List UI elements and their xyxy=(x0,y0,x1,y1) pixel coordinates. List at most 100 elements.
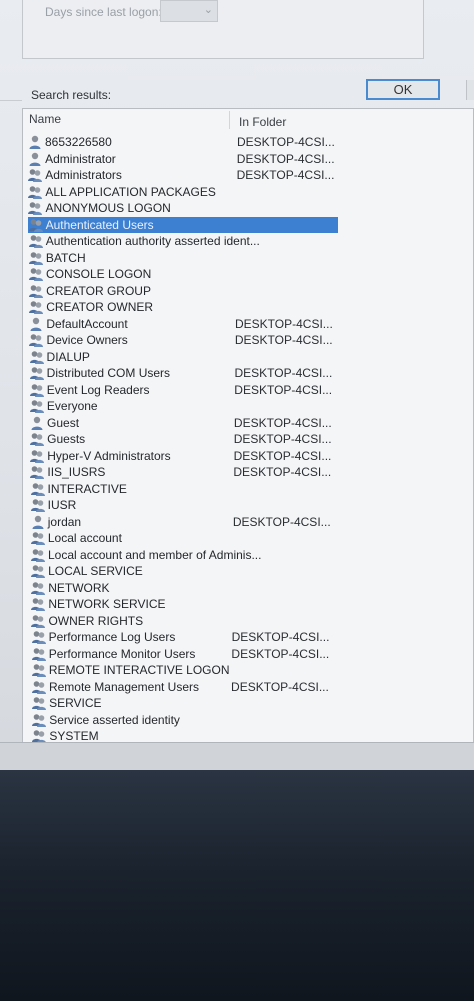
chevron-down-icon: ⌄ xyxy=(203,4,213,16)
result-name: Everyone xyxy=(46,399,98,413)
result-row[interactable]: jordan DESKTOP-4CSI... xyxy=(30,514,340,530)
result-folder: DESKTOP-4CSI... xyxy=(233,432,332,446)
result-row[interactable]: Administrators DESKTOP-4CSI... xyxy=(27,167,337,183)
result-row[interactable]: NETWORK xyxy=(30,580,340,596)
result-folder: DESKTOP-4CSI... xyxy=(234,382,333,397)
user-icon xyxy=(29,415,45,431)
result-row[interactable]: Everyone xyxy=(29,398,339,414)
result-row[interactable]: ALL APPLICATION PACKAGES xyxy=(27,184,337,200)
days-since-logon-select[interactable]: ⌄ xyxy=(160,0,218,22)
result-name: Authentication authority asserted ident.… xyxy=(45,234,260,248)
background-window-edge xyxy=(0,100,22,501)
group-icon xyxy=(27,200,43,216)
group-icon xyxy=(29,382,45,398)
result-name: NETWORK xyxy=(48,580,110,595)
result-row[interactable]: INTERACTIVE xyxy=(30,481,340,497)
group-icon xyxy=(27,184,43,200)
result-folder: DESKTOP-4CSI... xyxy=(233,448,332,463)
group-icon xyxy=(30,580,46,596)
result-name: Local account xyxy=(47,531,122,545)
result-row[interactable]: Performance Log Users DESKTOP-4CSI... xyxy=(31,629,341,645)
result-name: Service asserted identity xyxy=(49,712,180,727)
group-icon xyxy=(31,662,47,678)
result-row[interactable]: DIALUP xyxy=(29,349,339,365)
group-icon xyxy=(28,299,44,315)
result-name: Guests xyxy=(47,432,86,446)
result-name: DefaultAccount xyxy=(46,316,128,331)
result-row[interactable]: ANONYMOUS LOGON xyxy=(27,200,337,216)
result-name: Administrators xyxy=(45,168,122,182)
monitor-bezel-edge xyxy=(0,742,474,771)
result-row[interactable]: DefaultAccount DESKTOP-4CSI... xyxy=(28,316,338,332)
group-icon xyxy=(30,613,46,629)
result-row[interactable]: Local account xyxy=(30,530,340,546)
result-row[interactable]: Remote Management Users DESKTOP-4CSI... xyxy=(31,679,341,695)
group-icon xyxy=(31,629,47,645)
result-row[interactable]: NETWORK SERVICE xyxy=(30,596,340,612)
group-icon xyxy=(29,464,45,480)
dialog-window: Days since last logon: ⌄ OK Search resul… xyxy=(0,0,474,771)
result-row[interactable]: Guest DESKTOP-4CSI... xyxy=(29,415,339,431)
result-name: INTERACTIVE xyxy=(47,481,127,496)
cancel-button-edge[interactable] xyxy=(466,80,474,100)
group-icon xyxy=(29,349,45,365)
group-icon xyxy=(29,431,45,447)
column-header-name[interactable]: Name xyxy=(29,112,61,126)
column-divider[interactable] xyxy=(229,111,230,129)
result-row[interactable]: Performance Monitor Users DESKTOP-4CSI... xyxy=(31,646,341,662)
result-folder: DESKTOP-4CSI... xyxy=(236,168,335,182)
group-icon xyxy=(28,283,44,299)
result-name: Remote Management Users xyxy=(48,679,200,694)
result-row[interactable]: 8653226580 DESKTOP-4CSI... xyxy=(27,134,337,150)
result-row[interactable]: OWNER RIGHTS xyxy=(30,613,340,629)
search-results-label: Search results: xyxy=(31,88,112,102)
group-icon xyxy=(28,250,44,266)
result-row[interactable]: BATCH xyxy=(28,250,338,266)
result-name: Guest xyxy=(47,415,80,430)
group-icon xyxy=(29,365,45,381)
result-row[interactable]: IIS_IUSRS DESKTOP-4CSI... xyxy=(29,464,339,480)
result-folder: DESKTOP-4CSI... xyxy=(237,135,335,149)
result-row[interactable]: Administrator DESKTOP-4CSI... xyxy=(27,151,337,167)
result-row[interactable]: Device Owners DESKTOP-4CSI... xyxy=(28,332,338,348)
result-row[interactable]: Hyper-V Administrators DESKTOP-4CSI... xyxy=(29,448,339,464)
result-row[interactable]: Service asserted identity xyxy=(31,712,341,728)
group-icon xyxy=(31,679,47,695)
column-header-in-folder[interactable]: In Folder xyxy=(239,115,286,129)
ok-button[interactable]: OK xyxy=(366,79,440,100)
result-row[interactable]: Event Log Readers DESKTOP-4CSI... xyxy=(29,382,339,398)
user-icon xyxy=(28,316,44,332)
result-row[interactable]: Distributed COM Users DESKTOP-4CSI... xyxy=(29,365,339,381)
result-row[interactable]: REMOTE INTERACTIVE LOGON xyxy=(31,662,341,678)
result-folder: DESKTOP-4CSI... xyxy=(234,333,333,347)
result-name: NETWORK SERVICE xyxy=(48,597,166,611)
search-results-list[interactable]: Name In Folder 8653226580 DESKTOP-4CSI...… xyxy=(22,108,474,744)
result-name: CREATOR GROUP xyxy=(46,283,151,298)
result-row[interactable]: Authenticated Users xyxy=(27,216,338,233)
result-name: Event Log Readers xyxy=(46,382,150,397)
result-name: Local account and member of Adminis... xyxy=(48,547,262,562)
result-name: OWNER RIGHTS xyxy=(48,613,144,628)
result-name: Authenticated Users xyxy=(45,217,154,232)
result-row[interactable]: CONSOLE LOGON xyxy=(28,266,338,282)
result-row[interactable]: SERVICE xyxy=(31,695,341,711)
group-icon xyxy=(30,530,46,546)
group-icon xyxy=(28,217,44,233)
result-row[interactable]: Local account and member of Adminis... xyxy=(30,547,340,563)
group-icon xyxy=(30,497,46,513)
group-icon xyxy=(28,332,44,348)
result-folder: DESKTOP-4CSI... xyxy=(231,630,330,644)
result-row[interactable]: Guests DESKTOP-4CSI... xyxy=(29,431,339,447)
result-row[interactable]: CREATOR OWNER xyxy=(28,299,338,315)
result-name: Device Owners xyxy=(46,333,128,347)
result-folder: DESKTOP-4CSI... xyxy=(233,415,332,430)
result-name: Hyper-V Administrators xyxy=(47,448,171,463)
result-row[interactable]: CREATOR GROUP xyxy=(28,283,338,299)
result-row[interactable]: LOCAL SERVICE xyxy=(30,563,340,579)
result-row[interactable]: IUSR xyxy=(30,497,340,513)
group-icon xyxy=(30,596,46,612)
result-name: Distributed COM Users xyxy=(46,366,171,380)
result-row[interactable]: Authentication authority asserted ident.… xyxy=(28,233,338,249)
group-icon xyxy=(30,547,46,563)
result-name: jordan xyxy=(47,514,82,529)
